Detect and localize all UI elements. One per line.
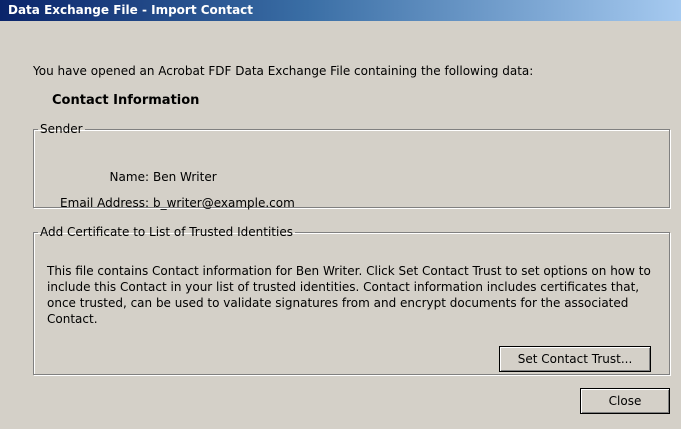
sender-legend: Sender	[40, 122, 83, 136]
email-label: Email Address:	[60, 196, 149, 210]
sender-group: Sender Name: Ben Writer Email Address: b…	[33, 122, 670, 210]
close-button[interactable]: Close	[580, 388, 670, 414]
trusted-identities-legend: Add Certificate to List of Trusted Ident…	[40, 225, 293, 239]
import-contact-dialog: Data Exchange File - Import Contact You …	[0, 0, 681, 429]
email-value: b_writer@example.com	[153, 196, 295, 210]
section-heading: Contact Information	[52, 93, 200, 108]
set-contact-trust-button[interactable]: Set Contact Trust...	[499, 346, 651, 372]
name-label: Name:	[109, 170, 149, 184]
window-titlebar[interactable]: Data Exchange File - Import Contact	[0, 0, 681, 21]
certificate-description: This file contains Contact information f…	[47, 264, 651, 326]
intro-text: You have opened an Acrobat FDF Data Exch…	[33, 64, 534, 78]
trusted-identities-group: Add Certificate to List of Trusted Ident…	[33, 225, 670, 375]
name-value: Ben Writer	[153, 170, 217, 184]
window-title: Data Exchange File - Import Contact	[8, 3, 254, 17]
